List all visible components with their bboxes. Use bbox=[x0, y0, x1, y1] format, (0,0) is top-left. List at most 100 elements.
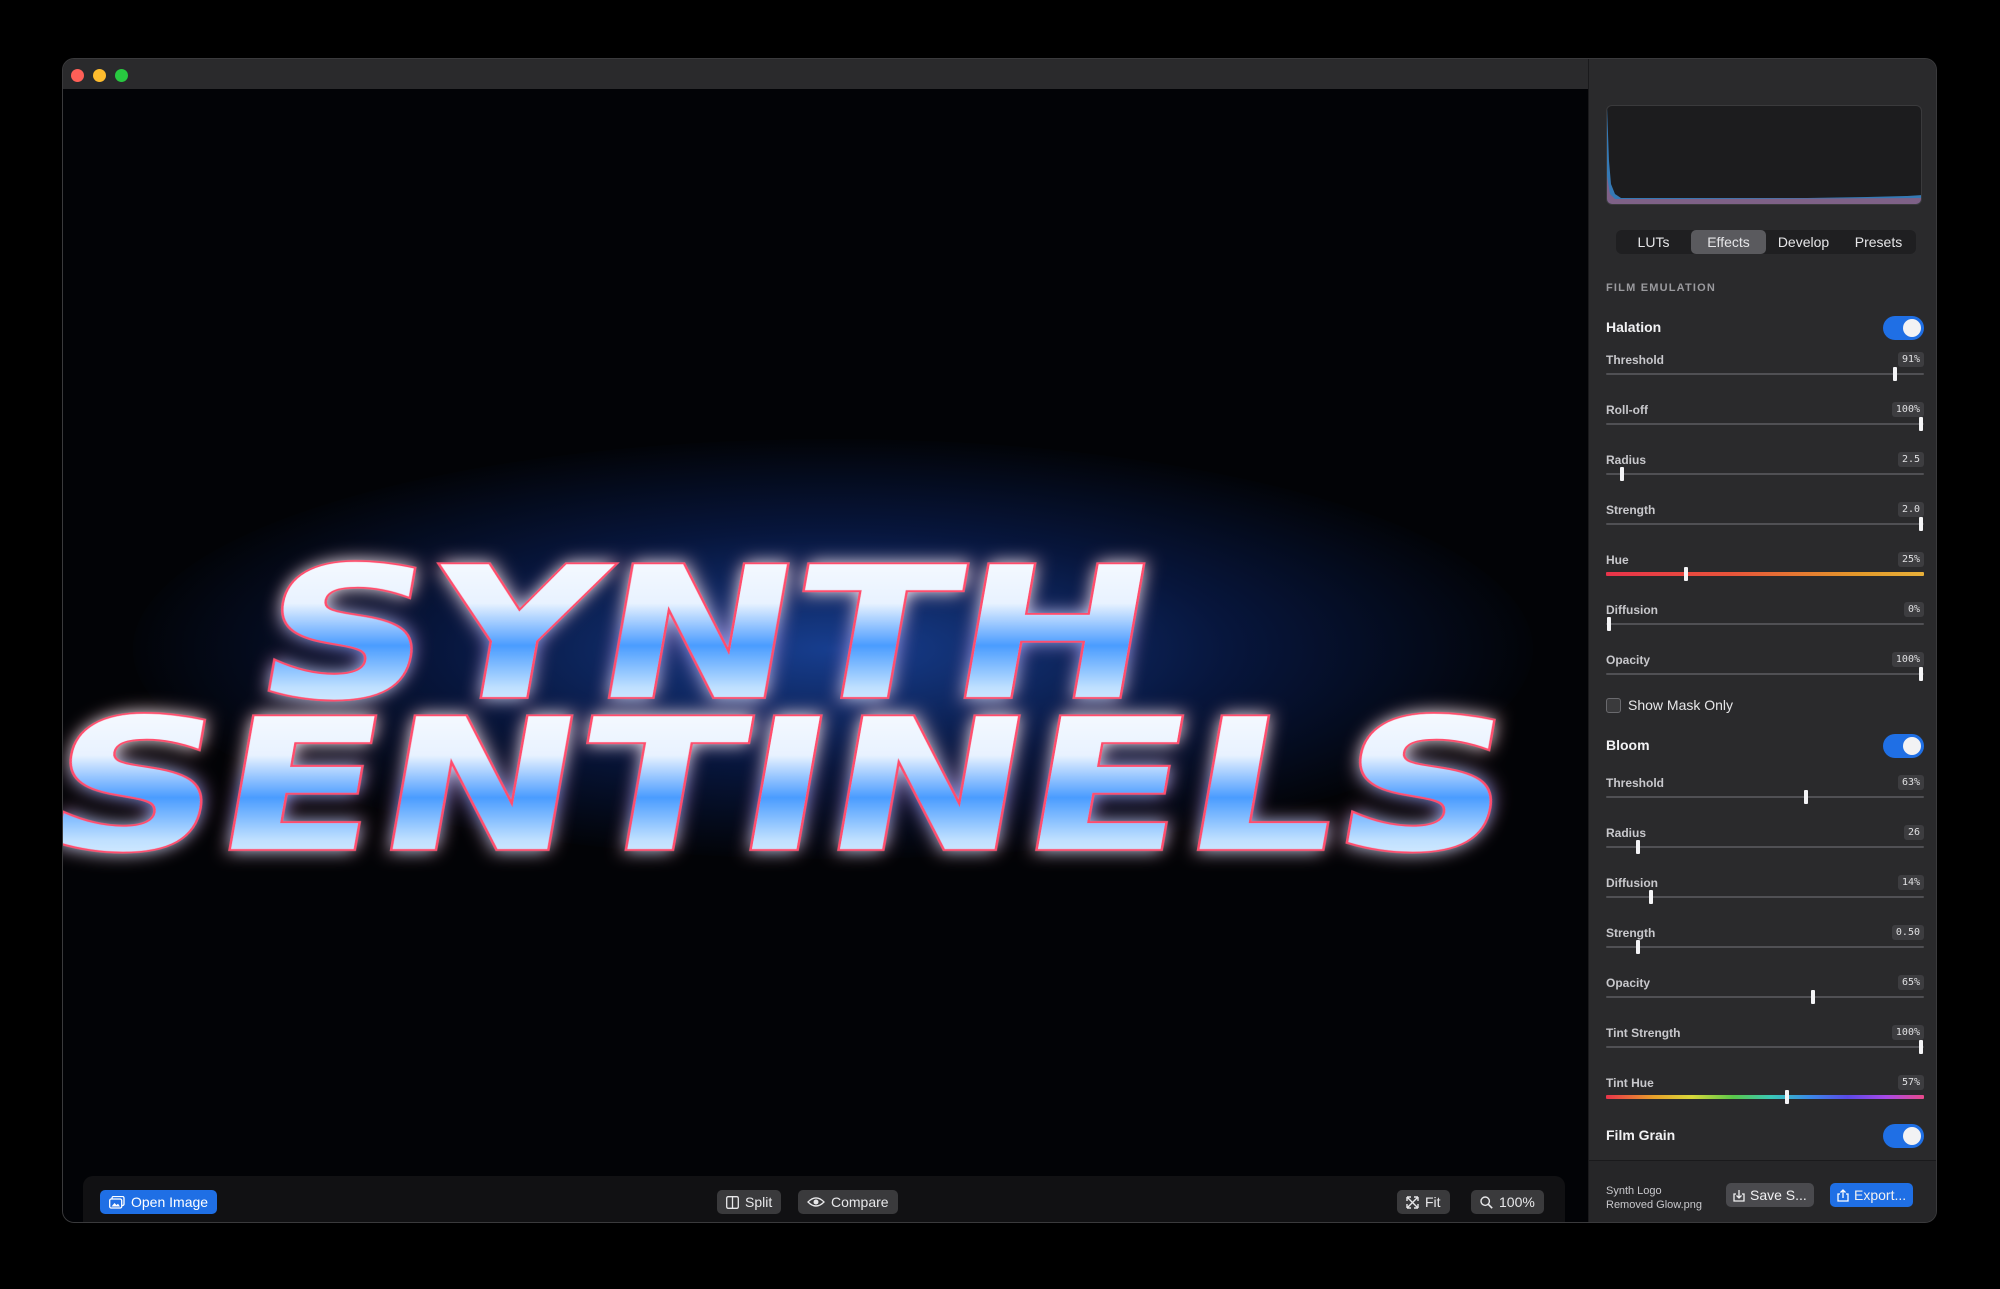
halation-radius-slider[interactable]: Radius 2.5 bbox=[1606, 452, 1924, 493]
compare-label: Compare bbox=[831, 1194, 889, 1210]
halation-roll-off-value[interactable]: 100% bbox=[1891, 402, 1924, 417]
zoom-level-button[interactable]: 100% bbox=[1471, 1190, 1544, 1214]
bloom-tint-hue-thumb[interactable] bbox=[1785, 1090, 1790, 1104]
halation-strength-slider[interactable]: Strength 2.0 bbox=[1606, 502, 1924, 543]
bloom-radius-track[interactable] bbox=[1606, 846, 1924, 848]
title-bar bbox=[63, 59, 1588, 89]
bloom-toggle[interactable] bbox=[1883, 734, 1924, 758]
bloom-radius-thumb[interactable] bbox=[1635, 840, 1640, 854]
current-filename: Synth Logo Removed Glow.png bbox=[1606, 1184, 1716, 1212]
artwork: SYNTH SENTINELS bbox=[63, 527, 1531, 894]
bloom-tint-strength-value[interactable]: 100% bbox=[1891, 1025, 1924, 1040]
bloom-threshold-slider[interactable]: Threshold 63% bbox=[1606, 775, 1924, 816]
halation-diffusion-track[interactable] bbox=[1606, 623, 1924, 625]
halation-opacity-thumb[interactable] bbox=[1919, 667, 1924, 681]
bloom-tint-hue-slider[interactable]: Tint Hue 57% bbox=[1606, 1075, 1924, 1116]
halation-diffusion-thumb[interactable] bbox=[1606, 617, 1611, 631]
halation-threshold-track[interactable] bbox=[1606, 373, 1924, 375]
halation-hue-label: Hue bbox=[1606, 553, 1629, 567]
filename-line-2: Removed Glow.png bbox=[1606, 1199, 1702, 1211]
sidebar-footer: Synth Logo Removed Glow.png Save S... Ex… bbox=[1589, 1160, 1936, 1222]
bloom-tint-hue-track[interactable] bbox=[1606, 1095, 1924, 1099]
halation-roll-off-slider[interactable]: Roll-off 100% bbox=[1606, 402, 1924, 443]
bloom-opacity-value[interactable]: 65% bbox=[1897, 975, 1924, 990]
halation-strength-value[interactable]: 2.0 bbox=[1897, 502, 1924, 517]
halation-hue-track[interactable] bbox=[1606, 572, 1924, 576]
bloom-strength-track[interactable] bbox=[1606, 946, 1924, 948]
halation-diffusion-value[interactable]: 0% bbox=[1903, 602, 1924, 617]
bloom-tint-hue-value[interactable]: 57% bbox=[1897, 1075, 1924, 1090]
halation-hue-value[interactable]: 25% bbox=[1897, 552, 1924, 567]
halation-strength-thumb[interactable] bbox=[1919, 517, 1924, 531]
bloom-strength-slider[interactable]: Strength 0.50 bbox=[1606, 925, 1924, 966]
filename-line-1: Synth Logo bbox=[1606, 1185, 1662, 1197]
halation-diffusion-slider[interactable]: Diffusion 0% bbox=[1606, 602, 1924, 643]
image-canvas[interactable]: SYNTH SENTINELS Open Image Split Compare… bbox=[63, 89, 1588, 1222]
halation-threshold-value[interactable]: 91% bbox=[1897, 352, 1924, 367]
halation-radius-value[interactable]: 2.5 bbox=[1897, 452, 1924, 467]
eye-icon bbox=[807, 1197, 825, 1207]
halation-roll-off-thumb[interactable] bbox=[1919, 417, 1924, 431]
bloom-strength-value[interactable]: 0.50 bbox=[1891, 925, 1924, 940]
halation-hue-slider[interactable]: Hue 25% bbox=[1606, 552, 1924, 593]
minimize-window-button[interactable] bbox=[93, 69, 106, 82]
tab-luts[interactable]: LUTs bbox=[1616, 230, 1691, 254]
film-grain-toggle[interactable] bbox=[1883, 1124, 1924, 1148]
panel-tabs: LUTs Effects Develop Presets bbox=[1616, 230, 1916, 254]
fit-button[interactable]: Fit bbox=[1397, 1190, 1450, 1214]
bloom-radius-slider[interactable]: Radius 26 bbox=[1606, 825, 1924, 866]
show-mask-only-row[interactable]: Show Mask Only bbox=[1606, 697, 1733, 713]
halation-roll-off-track[interactable] bbox=[1606, 423, 1924, 425]
film-grain-title: Film Grain bbox=[1606, 1127, 1676, 1143]
bloom-threshold-value[interactable]: 63% bbox=[1897, 775, 1924, 790]
compare-button[interactable]: Compare bbox=[798, 1190, 898, 1214]
share-icon bbox=[1837, 1188, 1849, 1202]
split-label: Split bbox=[745, 1194, 773, 1210]
halation-hue-thumb[interactable] bbox=[1683, 567, 1688, 581]
bloom-tint-strength-slider[interactable]: Tint Strength 100% bbox=[1606, 1025, 1924, 1066]
bloom-threshold-thumb[interactable] bbox=[1804, 790, 1809, 804]
close-window-button[interactable] bbox=[71, 69, 84, 82]
halation-title: Halation bbox=[1606, 319, 1662, 335]
halation-strength-label: Strength bbox=[1606, 503, 1656, 517]
halation-toggle[interactable] bbox=[1883, 316, 1924, 340]
bloom-opacity-track[interactable] bbox=[1606, 996, 1924, 998]
halation-opacity-value[interactable]: 100% bbox=[1891, 652, 1924, 667]
histogram bbox=[1606, 105, 1922, 205]
bloom-opacity-thumb[interactable] bbox=[1810, 990, 1815, 1004]
export-button[interactable]: Export... bbox=[1830, 1183, 1914, 1207]
bloom-tint-strength-track[interactable] bbox=[1606, 1046, 1924, 1048]
halation-radius-track[interactable] bbox=[1606, 473, 1924, 475]
section-header-film-emulation: FILM EMULATION bbox=[1606, 282, 1717, 294]
halation-opacity-track[interactable] bbox=[1606, 673, 1924, 675]
zoom-window-button[interactable] bbox=[115, 69, 128, 82]
bloom-opacity-label: Opacity bbox=[1606, 976, 1651, 990]
tab-presets[interactable]: Presets bbox=[1841, 230, 1916, 254]
halation-threshold-thumb[interactable] bbox=[1893, 367, 1898, 381]
bloom-tint-strength-label: Tint Strength bbox=[1606, 1026, 1681, 1040]
open-image-button[interactable]: Open Image bbox=[100, 1190, 218, 1214]
artwork-line-sentinels: SENTINELS bbox=[63, 681, 1529, 892]
split-button[interactable]: Split bbox=[717, 1190, 782, 1214]
tab-develop[interactable]: Develop bbox=[1766, 230, 1841, 254]
bloom-diffusion-value[interactable]: 14% bbox=[1897, 875, 1924, 890]
bloom-diffusion-thumb[interactable] bbox=[1648, 890, 1653, 904]
fit-label: Fit bbox=[1425, 1194, 1441, 1210]
halation-strength-track[interactable] bbox=[1606, 523, 1924, 525]
bloom-strength-thumb[interactable] bbox=[1635, 940, 1640, 954]
adjustments-sidebar: LUTs Effects Develop Presets FILM EMULAT… bbox=[1588, 59, 1936, 1222]
show-mask-only-checkbox[interactable] bbox=[1606, 697, 1621, 713]
halation-threshold-slider[interactable]: Threshold 91% bbox=[1606, 352, 1924, 393]
halation-opacity-slider[interactable]: Opacity 100% bbox=[1606, 652, 1924, 693]
bloom-opacity-slider[interactable]: Opacity 65% bbox=[1606, 975, 1924, 1016]
bloom-diffusion-track[interactable] bbox=[1606, 896, 1924, 898]
bloom-diffusion-slider[interactable]: Diffusion 14% bbox=[1606, 875, 1924, 916]
halation-radius-thumb[interactable] bbox=[1619, 467, 1624, 481]
bloom-threshold-track[interactable] bbox=[1606, 796, 1924, 798]
bloom-tint-strength-thumb[interactable] bbox=[1919, 1040, 1924, 1054]
save-button[interactable]: Save S... bbox=[1726, 1183, 1814, 1207]
tab-effects[interactable]: Effects bbox=[1691, 230, 1766, 254]
zoom-level-label: 100% bbox=[1499, 1194, 1535, 1210]
show-mask-only-label: Show Mask Only bbox=[1628, 697, 1734, 713]
bloom-radius-value[interactable]: 26 bbox=[1903, 825, 1924, 840]
